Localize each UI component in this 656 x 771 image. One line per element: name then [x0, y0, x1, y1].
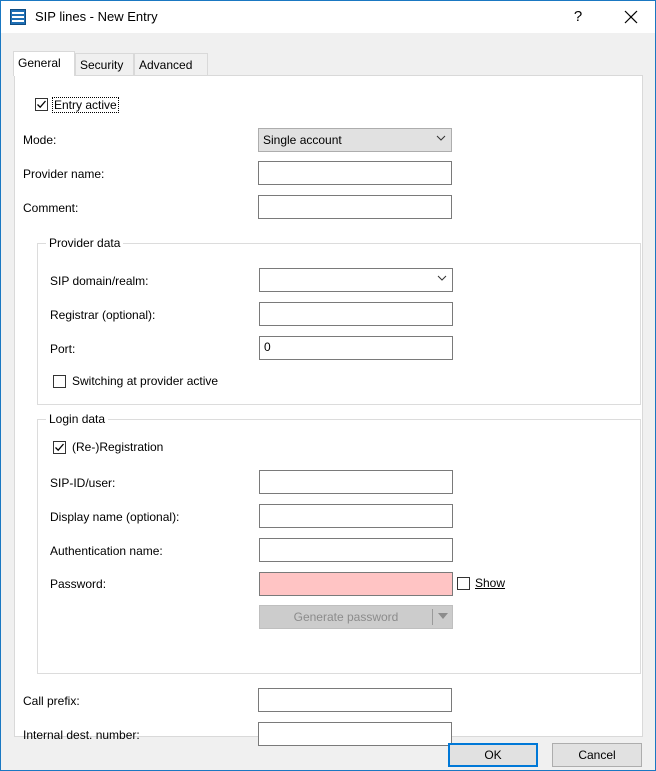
mode-label: Mode:	[23, 133, 57, 147]
login-data-group: Login data (Re-)Registration SIP-ID/user…	[37, 412, 641, 674]
sip-domain-label: SIP domain/realm:	[50, 274, 149, 288]
provider-name-input[interactable]	[258, 161, 452, 185]
split-divider	[432, 609, 433, 625]
auth-name-label: Authentication name:	[50, 544, 163, 558]
generate-password-button[interactable]: Generate password	[259, 605, 453, 629]
internal-dest-input[interactable]	[258, 722, 452, 746]
check-icon	[55, 443, 64, 452]
provider-data-group: Provider data SIP domain/realm: Registra…	[37, 236, 641, 405]
app-icon	[10, 9, 26, 25]
show-password-text: Show	[475, 576, 506, 590]
tab-security[interactable]: Security	[75, 53, 134, 75]
dialog-window: SIP lines - New Entry ? General Security…	[0, 0, 656, 771]
close-button[interactable]	[613, 5, 649, 29]
check-icon	[37, 100, 46, 109]
close-icon	[624, 10, 638, 24]
dialog-body: General Security Advanced Entry active M…	[1, 33, 655, 770]
comment-input[interactable]	[258, 195, 452, 219]
mode-select[interactable]: Single account	[258, 128, 452, 152]
switching-checkbox[interactable]	[53, 375, 66, 388]
dropdown-arrow-icon[interactable]	[438, 613, 448, 621]
registrar-input[interactable]	[259, 302, 453, 326]
tab-general[interactable]: General	[13, 51, 75, 76]
tab-advanced[interactable]: Advanced	[134, 53, 208, 75]
provider-name-label: Provider name:	[23, 167, 105, 181]
comment-label: Comment:	[23, 201, 79, 215]
switching-label[interactable]: Switching at provider active	[72, 374, 218, 388]
port-input[interactable]: 0	[259, 336, 453, 360]
sip-id-input[interactable]	[259, 470, 453, 494]
sip-id-label: SIP-ID/user:	[50, 476, 116, 490]
display-name-input[interactable]	[259, 504, 453, 528]
display-name-label: Display name (optional):	[50, 510, 180, 524]
sip-domain-select[interactable]	[259, 268, 453, 292]
generate-password-label: Generate password	[293, 610, 399, 624]
port-label: Port:	[50, 342, 76, 356]
provider-data-title: Provider data	[46, 236, 124, 250]
entry-active-checkbox[interactable]	[35, 98, 48, 111]
ok-button[interactable]: OK	[448, 743, 538, 767]
chevron-down-icon	[436, 135, 446, 141]
password-input[interactable]	[259, 572, 453, 596]
chevron-down-icon	[437, 275, 447, 281]
title-bar: SIP lines - New Entry ?	[1, 1, 655, 33]
registration-label[interactable]: (Re-)Registration	[72, 440, 163, 454]
internal-dest-label: Internal dest. number:	[23, 728, 140, 742]
show-password-checkbox[interactable]	[457, 577, 470, 590]
auth-name-input[interactable]	[259, 538, 453, 562]
cancel-button[interactable]: Cancel	[552, 743, 642, 767]
password-label: Password:	[50, 577, 107, 591]
mode-value: Single account	[263, 133, 342, 147]
show-password-label[interactable]: Show	[475, 576, 505, 590]
call-prefix-input[interactable]	[258, 688, 452, 712]
window-title: SIP lines - New Entry	[35, 9, 158, 24]
entry-active-label[interactable]: Entry active	[52, 97, 119, 113]
tab-panel-general: Entry active Mode: Single account Provid…	[14, 75, 643, 746]
login-data-title: Login data	[46, 412, 109, 426]
call-prefix-label: Call prefix:	[23, 694, 80, 708]
registration-checkbox[interactable]	[53, 441, 66, 454]
help-button[interactable]: ?	[563, 5, 593, 29]
registrar-label: Registrar (optional):	[50, 308, 156, 322]
